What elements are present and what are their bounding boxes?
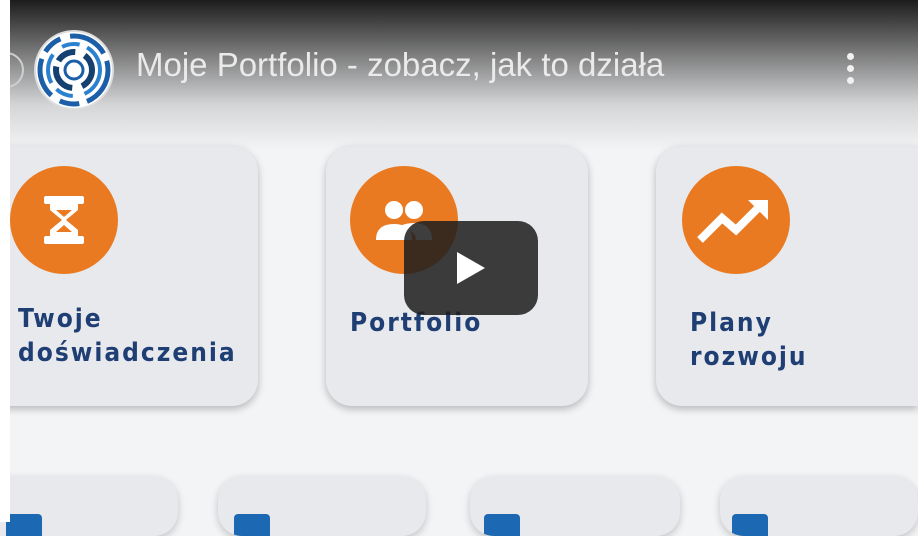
card-plany-rozwoju[interactable]: Plany rozwoju (656, 146, 918, 406)
folder-icon (732, 514, 768, 536)
bottom-card[interactable] (218, 476, 426, 536)
video-title[interactable]: Moje Portfolio - zobacz, jak to działa (136, 46, 664, 84)
bottom-card[interactable] (0, 476, 178, 536)
video-top-bar: Moje Portfolio - zobacz, jak to działa (0, 0, 918, 150)
play-icon (457, 252, 485, 284)
bottom-card[interactable] (470, 476, 680, 536)
channel-logo[interactable] (36, 32, 112, 108)
circular-logo-icon (37, 33, 111, 107)
folder-icon (234, 514, 270, 536)
bottom-card[interactable] (720, 476, 918, 536)
folder-icon (6, 514, 42, 536)
left-edge (0, 0, 10, 522)
more-vertical-icon[interactable] (840, 53, 860, 93)
card-label: Plany rozwoju (690, 308, 808, 372)
hourglass-icon (10, 166, 118, 274)
card-twoje-doswiadczenia[interactable]: Twoje doświadczenia (0, 146, 258, 406)
play-button[interactable] (404, 221, 538, 315)
trending-up-icon (682, 166, 790, 274)
folder-icon (484, 514, 520, 536)
card-label: Twoje doświadczenia (18, 304, 237, 368)
